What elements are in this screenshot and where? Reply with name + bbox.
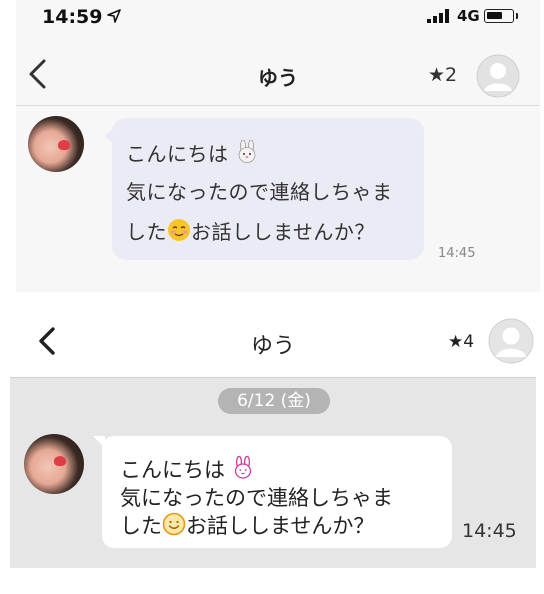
message-line-3: した お話ししませんか？	[126, 216, 375, 245]
rabbit-face-emoji-icon	[238, 140, 256, 163]
contact-name: ゆう	[258, 66, 298, 90]
message-text: した	[126, 220, 167, 244]
user-avatar-placeholder-icon[interactable]	[488, 318, 534, 364]
sender-avatar[interactable]	[24, 434, 84, 494]
message-timestamp: 14:45	[462, 520, 517, 542]
chat-screen-top: 14:59 4G ゆう ★2 こんにちは 気になったので連絡しちゃま した お話…	[16, 0, 540, 292]
message-timestamp: 14:45	[438, 246, 476, 261]
location-arrow-icon	[107, 9, 121, 23]
chat-header-bottom: ゆう ★4	[10, 306, 536, 378]
rabbit-face-emoji-icon	[234, 456, 251, 479]
message-text: こんにちは	[126, 142, 229, 166]
star-rating: ★4	[448, 332, 475, 352]
sender-avatar[interactable]	[28, 116, 84, 172]
message-line-3: した お話ししませんか？	[120, 510, 374, 540]
message-bubble: こんにちは 気になったので連絡しちゃま した お話ししませんか？	[104, 118, 424, 260]
message-text: こんにちは	[120, 458, 225, 482]
network-type: 4G	[457, 7, 480, 25]
status-time: 14:59	[42, 6, 103, 28]
chat-header: ゆう ★2	[16, 40, 540, 106]
status-bar: 14:59 4G	[16, 0, 540, 34]
message-line-1: こんにちは	[126, 138, 259, 167]
message-text: した	[120, 514, 162, 538]
battery-tip	[516, 13, 518, 19]
message-text: お話ししませんか？	[191, 220, 375, 244]
chat-area-bottom: 6/12 (金) こんにちは 気になったので連絡しちゃま した お話ししませんか…	[10, 378, 536, 568]
message-text: 気になったので連絡しちゃま	[126, 180, 393, 204]
smiling-face-emoji-icon	[162, 512, 186, 536]
message-line-1: こんにちは	[120, 454, 254, 484]
message-bubble: こんにちは 気になったので連絡しちゃま した お話ししませんか？	[93, 436, 452, 548]
bubble-tail	[104, 128, 114, 144]
bubble-tail	[93, 436, 105, 448]
smiling-face-emoji-icon	[168, 219, 190, 241]
battery-icon	[484, 9, 514, 23]
signal-strength-icon	[427, 9, 449, 23]
message-text: お話ししませんか？	[186, 514, 375, 538]
message-text: 気になったので連絡しちゃま	[120, 486, 393, 510]
star-rating: ★2	[428, 64, 458, 86]
date-separator: 6/12 (金)	[218, 388, 330, 414]
user-avatar-placeholder-icon[interactable]	[476, 54, 520, 98]
